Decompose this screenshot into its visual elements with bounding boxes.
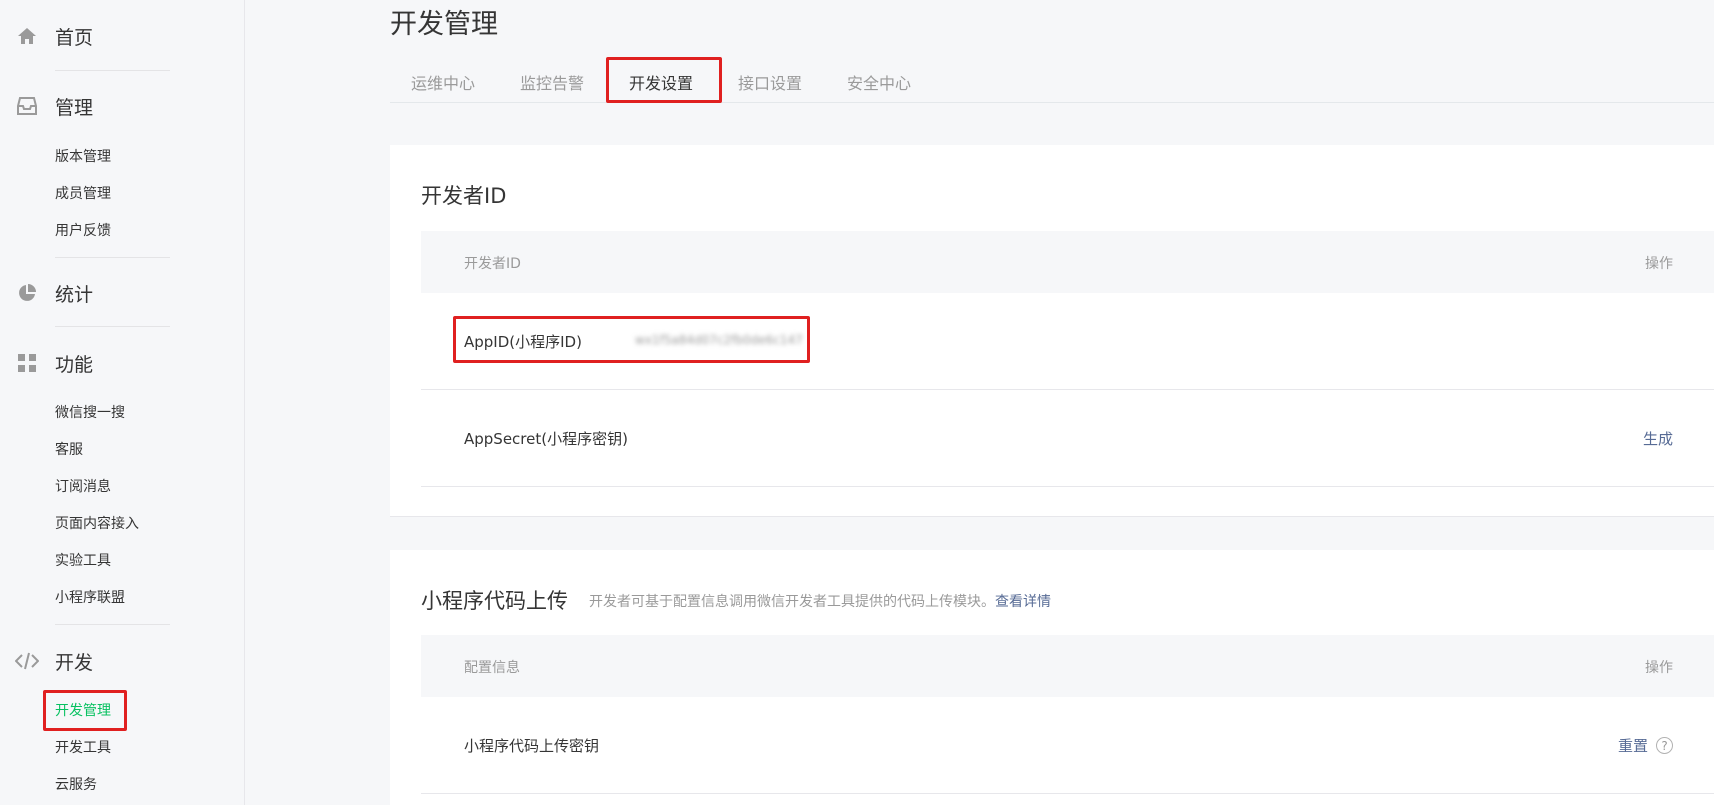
table-header: 配置信息 操作: [421, 635, 1714, 697]
nav-home-label: 首页: [55, 26, 94, 49]
pie-chart-icon: [14, 280, 40, 306]
card-title: 小程序代码上传: [421, 589, 568, 613]
view-details-link[interactable]: 查看详情: [995, 594, 1051, 610]
nav-stats-label: 统计: [55, 283, 94, 306]
upload-key-label: 小程序代码上传密钥: [464, 737, 600, 755]
sidebar-item-cloud-service[interactable]: 云服务: [55, 774, 97, 796]
sidebar-item-subscribe-message[interactable]: 订阅消息: [55, 476, 111, 498]
card-desc-text: 开发者可基于配置信息调用微信开发者工具提供的代码上传模块。: [589, 594, 995, 610]
sidebar-divider: [55, 624, 170, 625]
code-upload-card: 小程序代码上传 开发者可基于配置信息调用微信开发者工具提供的代码上传模块。查看详…: [390, 550, 1714, 805]
sidebar-item-experiment-tools[interactable]: 实验工具: [55, 550, 111, 572]
generate-secret-link[interactable]: 生成: [1643, 428, 1673, 449]
nav-develop[interactable]: 开发: [0, 646, 244, 676]
reset-key-link[interactable]: 重置: [1618, 735, 1648, 756]
tab-ops-center[interactable]: 运维中心: [411, 70, 475, 94]
nav-stats[interactable]: 统计: [0, 278, 244, 308]
sidebar-divider: [55, 326, 170, 327]
table-row-upload-key: 小程序代码上传密钥 重置 ?: [421, 697, 1714, 794]
card-title: 开发者ID: [421, 184, 507, 208]
nav-manage[interactable]: 管理: [0, 91, 244, 121]
tab-security-center[interactable]: 安全中心: [847, 70, 911, 94]
tab-monitor-alert[interactable]: 监控告警: [520, 70, 584, 94]
sidebar-divider: [55, 257, 170, 258]
sidebar-divider: [55, 70, 170, 71]
nav-develop-label: 开发: [55, 651, 94, 674]
table-header: 开发者ID 操作: [421, 231, 1714, 293]
appsecret-label: AppSecret(小程序密钥): [464, 430, 628, 448]
column-header: 配置信息: [464, 660, 520, 676]
sidebar-item-page-content[interactable]: 页面内容接入: [55, 513, 139, 535]
column-header: 操作: [1645, 256, 1673, 272]
sidebar: 首页 管理 版本管理 成员管理 用户反馈 统计 功能 微信搜一搜 客服 订阅消息…: [0, 0, 245, 805]
nav-features-label: 功能: [55, 353, 94, 376]
sidebar-item-wechat-search[interactable]: 微信搜一搜: [55, 402, 125, 424]
sidebar-item-dev-tools[interactable]: 开发工具: [55, 737, 111, 759]
grid-icon: [14, 350, 40, 376]
tab-api-settings[interactable]: 接口设置: [738, 70, 802, 94]
tab-bar: 运维中心 监控告警 开发设置 接口设置 安全中心: [390, 60, 1714, 103]
sidebar-item-user-feedback[interactable]: 用户反馈: [55, 220, 111, 242]
highlight-box: [606, 57, 722, 103]
sidebar-item-customer-service[interactable]: 客服: [55, 439, 83, 461]
column-header: 操作: [1645, 660, 1673, 676]
help-icon[interactable]: ?: [1656, 737, 1673, 754]
sidebar-item-dev-manage[interactable]: 开发管理: [55, 700, 111, 722]
nav-features[interactable]: 功能: [0, 348, 244, 378]
code-icon: [14, 648, 40, 674]
highlight-box: [453, 316, 810, 363]
table-row-appsecret: AppSecret(小程序密钥) 生成: [421, 390, 1714, 487]
page-title: 开发管理: [390, 9, 498, 40]
column-header: 开发者ID: [464, 256, 521, 272]
sidebar-item-miniprogram-alliance[interactable]: 小程序联盟: [55, 587, 125, 609]
card-description: 开发者可基于配置信息调用微信开发者工具提供的代码上传模块。查看详情: [589, 591, 1051, 611]
sidebar-item-member-manage[interactable]: 成员管理: [55, 183, 111, 205]
nav-manage-label: 管理: [55, 96, 94, 119]
home-icon: [14, 23, 40, 49]
sidebar-item-version-manage[interactable]: 版本管理: [55, 146, 111, 168]
inbox-icon: [14, 93, 40, 119]
nav-home[interactable]: 首页: [0, 21, 244, 51]
